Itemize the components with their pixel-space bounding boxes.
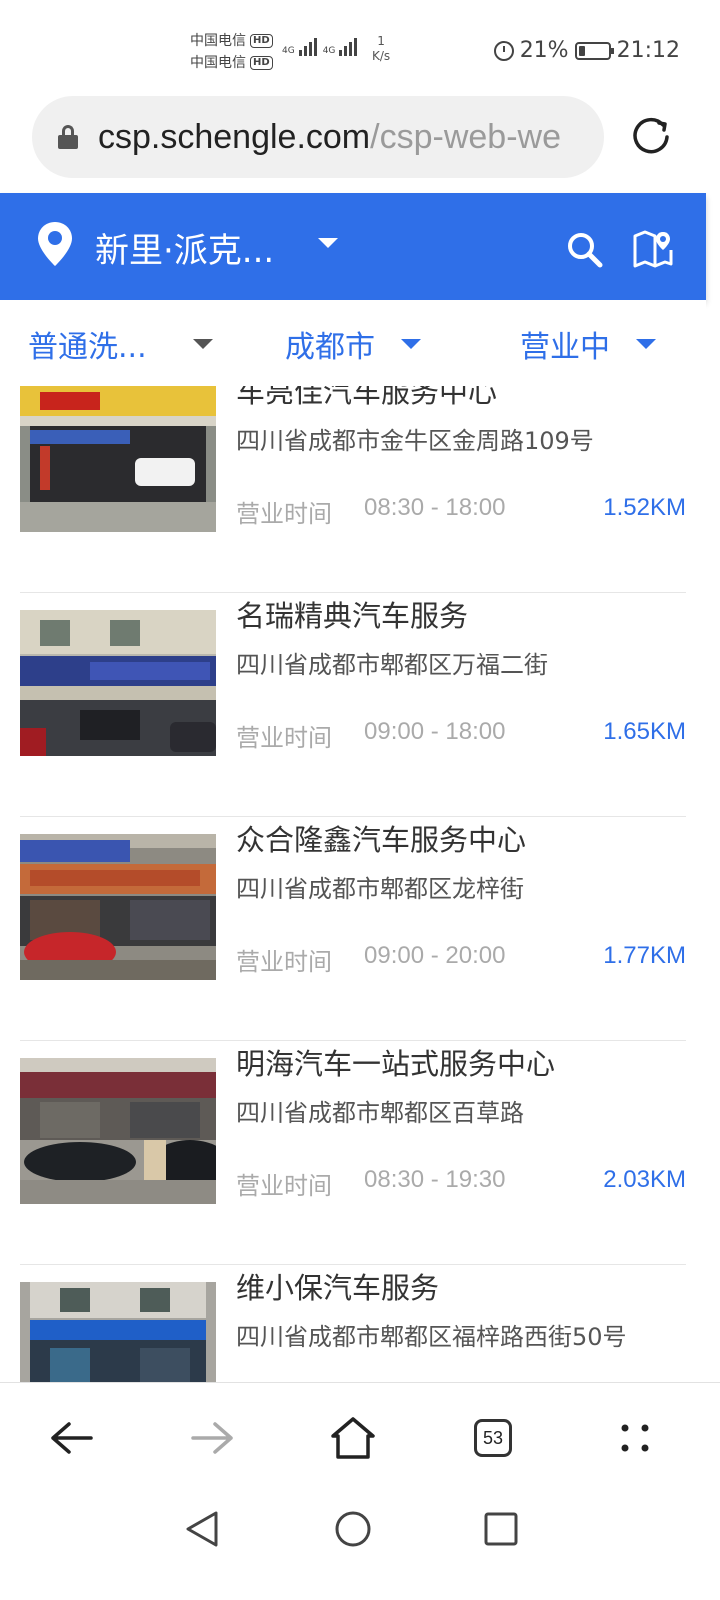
forward-icon[interactable] [188,1413,238,1463]
tab-count: 53 [474,1419,512,1457]
clock: 21:12 [616,38,680,63]
reload-icon[interactable] [630,116,672,158]
store-hours: 09:00 - 18:00 [364,718,506,745]
store-name: 众合隆鑫汽车服务中心 [236,823,527,857]
store-name: 明海汽车一站式服务中心 [236,1047,556,1081]
service-filter-label: 普通洗... [28,330,147,365]
network-speed: 1 K/s [372,34,390,64]
store-address: 四川省成都市金牛区金周路109号 [236,427,594,455]
hours-label: 营业时间 [236,1172,332,1200]
battery-icon [574,41,614,60]
store-photo [20,834,216,980]
store-address: 四川省成都市郫都区龙梓街 [236,875,524,903]
map-icon[interactable] [632,228,674,270]
location-selector[interactable]: 新里·派克... [95,223,295,267]
url-domain: csp.schengle.com [98,117,371,156]
hd-badge: HD [250,56,273,70]
filter-bar: 普通洗... 成都市 营业中 [0,300,706,386]
speed-unit: K/s [372,49,391,63]
store-list: 车亮佳汽车服务中心 四川省成都市金牛区金周路109号 营业时间 08:30 - … [0,386,706,1382]
store-address: 四川省成都市郫都区百草路 [236,1099,524,1127]
list-item[interactable]: 明海汽车一站式服务中心 四川省成都市郫都区百草路 营业时间 08:30 - 19… [20,1041,686,1265]
store-distance: 1.77KM [603,942,686,969]
store-address: 四川省成都市郫都区万福二街 [236,651,548,679]
system-nav-bar [0,1492,720,1600]
store-name: 名瑞精典汽车服务 [236,599,469,633]
store-name: 车亮佳汽车服务中心 [236,386,498,409]
store-name: 维小保汽车服务 [236,1271,440,1305]
url-text[interactable]: csp.schengle.com/csp-web-we [98,118,561,157]
network-type: 4G [282,46,295,56]
hd-badge: HD [250,34,273,48]
store-distance: 1.65KM [603,718,686,745]
list-item[interactable]: 车亮佳汽车服务中心 四川省成都市金牛区金周路109号 营业时间 08:30 - … [20,386,686,593]
nav-back-icon[interactable] [184,1510,220,1548]
battery-fill [578,45,585,56]
store-photo [20,610,216,756]
carrier-2: 中国电信 [190,55,246,71]
store-hours: 08:30 - 18:00 [364,494,506,521]
city-filter[interactable]: 成都市 [285,322,421,366]
hours-label: 营业时间 [236,948,332,976]
back-icon[interactable] [46,1413,96,1463]
chevron-down-icon [401,339,421,349]
list-item[interactable]: 名瑞精典汽车服务 四川省成都市郫都区万福二街 营业时间 09:00 - 18:0… [20,593,686,817]
store-photo [20,386,216,532]
hours-label: 营业时间 [236,724,332,752]
alarm-icon [493,40,514,61]
location-pin-icon[interactable] [36,220,74,268]
signal-icon: 4G 4G [282,38,358,56]
menu-icon[interactable] [610,1413,660,1463]
carrier-1: 中国电信 [190,33,246,49]
store-address: 四川省成都市郫都区福梓路西街50号 [236,1323,627,1351]
home-icon[interactable] [328,1413,378,1463]
chevron-down-icon[interactable] [318,238,338,248]
nav-home-icon[interactable] [334,1510,372,1548]
address-bar[interactable]: csp.schengle.com/csp-web-we [32,96,604,178]
status-filter[interactable]: 营业中 [520,322,656,366]
lock-icon [58,125,78,149]
list-item[interactable]: 维小保汽车服务 四川省成都市郫都区福梓路西街50号 [20,1265,686,1382]
speed-value: 1 [377,34,385,48]
status-bar: 中国电信 HD 中国电信 HD 4G 4G 1 K/s 21% 21:12 [0,0,720,96]
browser-toolbar: 53 [0,1382,720,1492]
store-hours: 08:30 - 19:30 [364,1166,506,1193]
hours-label: 营业时间 [236,500,332,528]
city-filter-label: 成都市 [285,330,375,365]
store-photo [20,1282,216,1382]
list-item[interactable]: 众合隆鑫汽车服务中心 四川省成都市郫都区龙梓街 营业时间 09:00 - 20:… [20,817,686,1041]
carrier-info: 中国电信 HD 中国电信 HD [190,30,273,74]
search-icon[interactable] [566,231,604,269]
network-type: 4G [322,46,336,56]
tabs-icon[interactable]: 53 [468,1413,518,1463]
url-path: /csp-web-we [370,117,561,156]
status-filter-label: 营业中 [520,330,610,365]
chevron-down-icon [192,339,213,349]
store-distance: 2.03KM [603,1166,686,1193]
store-hours: 09:00 - 20:00 [364,942,506,969]
store-photo [20,1058,216,1204]
chevron-down-icon [636,339,656,349]
store-distance: 1.52KM [603,494,686,521]
battery-percent: 21% [519,38,569,63]
service-filter[interactable]: 普通洗... [28,322,213,366]
nav-recents-icon[interactable] [484,1512,518,1546]
